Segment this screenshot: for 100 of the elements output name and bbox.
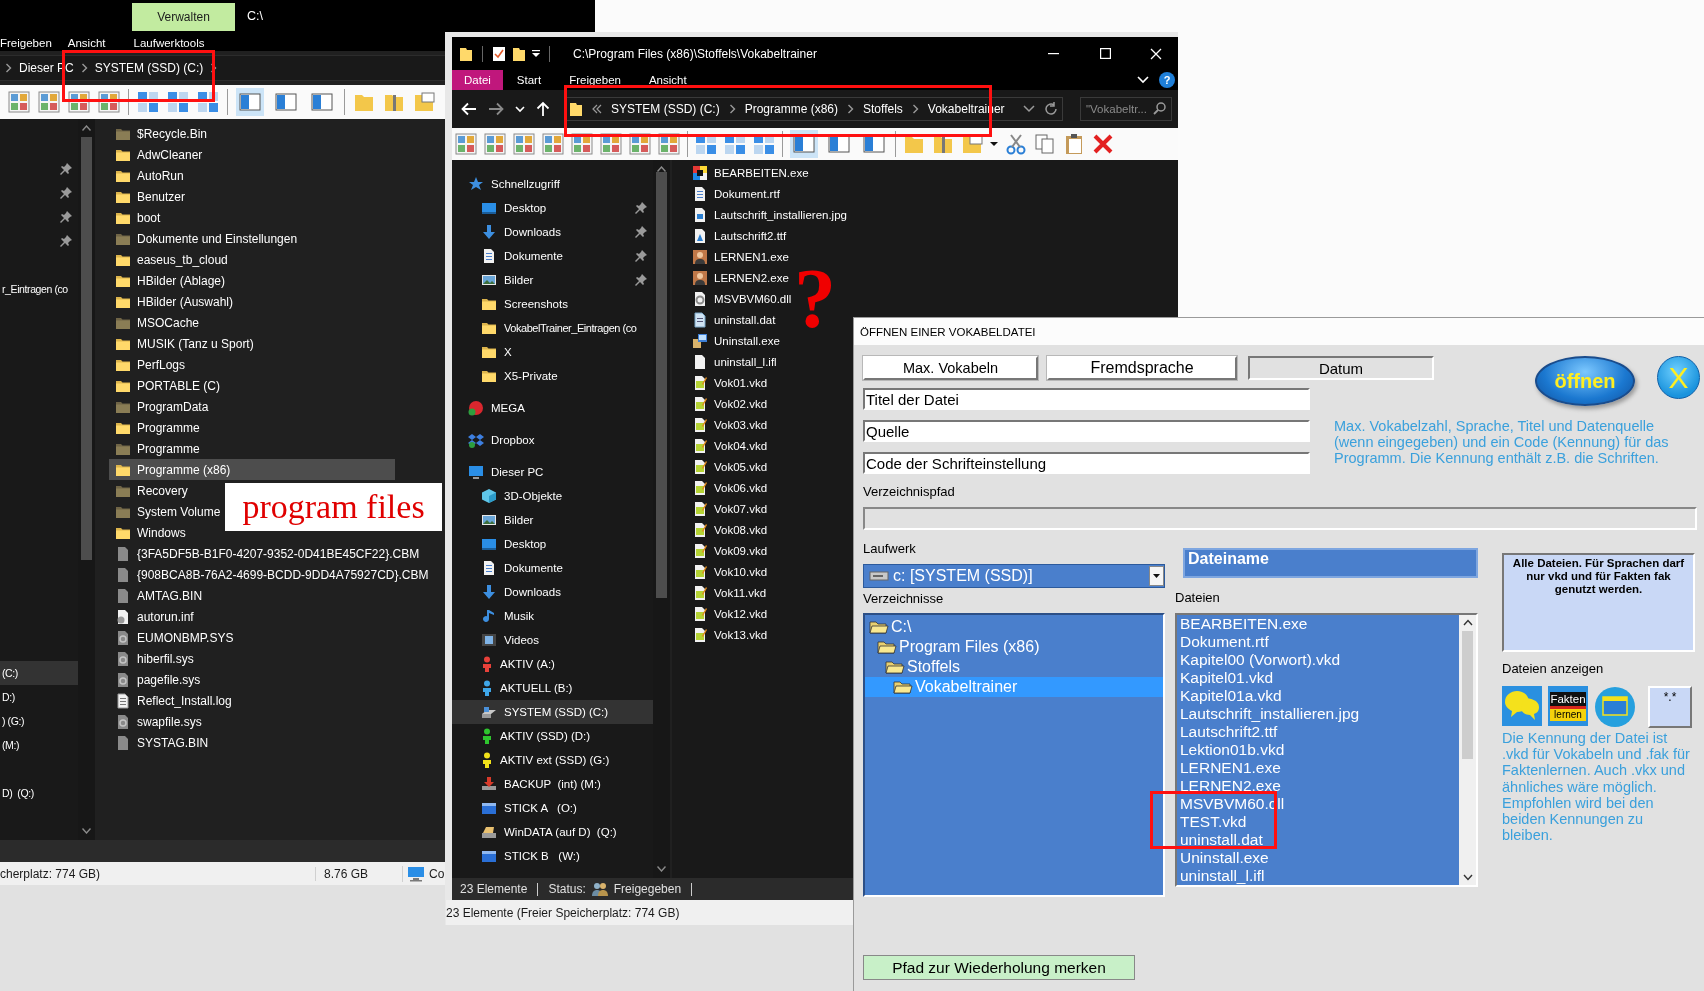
file-item[interactable]: Vok03.vkd [692, 414, 768, 435]
scrollbar[interactable] [78, 119, 95, 840]
nav-item[interactable]: MEGA [452, 396, 653, 420]
view-icon[interactable] [542, 133, 564, 155]
file-item[interactable]: Programme [109, 417, 200, 438]
view-icon[interactable] [484, 133, 506, 155]
file-item[interactable]: MSOCache [109, 312, 200, 333]
dropdown-button[interactable] [1149, 566, 1164, 586]
nav-item[interactable]: Dropbox [452, 428, 653, 452]
caret-icon[interactable] [990, 140, 998, 148]
file-item[interactable]: {3FA5DF5B-B1F0-4207-9352-0D41BE45CF22}.CBM [109, 543, 420, 564]
search-icon[interactable] [1153, 102, 1166, 115]
file-item[interactable]: AdwCleaner [109, 144, 203, 165]
all-files-button[interactable]: *.* [1648, 686, 1692, 728]
file-item[interactable]: Reflect_Install.log [109, 690, 232, 711]
nav-item[interactable]: AKTIV (SSD) (D:) [452, 724, 653, 748]
file-item[interactable]: Uninstall.exe [1180, 849, 1459, 867]
refresh-icon[interactable] [1043, 102, 1058, 116]
up-arrow-icon[interactable] [536, 101, 550, 117]
ribbon-tab[interactable]: Freigeben [555, 70, 635, 90]
maximize-icon[interactable] [1099, 48, 1111, 59]
file-item[interactable]: LERNEN2.exe [1180, 777, 1459, 795]
nav-item[interactable]: 3D-Objekte [452, 484, 653, 508]
nav-item[interactable]: Dokumente [452, 244, 653, 268]
drive-dropdown[interactable]: c: [SYSTEM (SSD)] [863, 564, 1165, 588]
nav-item[interactable]: (M:) [0, 739, 20, 751]
file-item[interactable]: autorun.inf [109, 606, 194, 627]
file-item[interactable]: $Recycle.Bin [109, 123, 208, 144]
nav-item[interactable]: AKTIV (A:) [452, 652, 653, 676]
file-item[interactable]: Vok11.vkd [692, 582, 767, 603]
scroll-up-icon[interactable] [82, 125, 91, 131]
folder-icon[interactable] [569, 101, 583, 117]
folder-icon[interactable] [512, 45, 526, 62]
fakten-lernen-button[interactable]: Fakten lernen [1548, 686, 1588, 726]
file-menu-tab[interactable]: Datei [452, 70, 503, 90]
view-icon[interactable] [38, 91, 60, 113]
file-item[interactable]: easeus_tb_cloud [109, 249, 228, 270]
file-item[interactable]: PORTABLE (C) [109, 375, 220, 396]
context-tab[interactable]: Verwalten [132, 3, 235, 31]
checklist-icon[interactable] [492, 45, 506, 62]
file-item[interactable]: BEARBEITEN.exe [692, 162, 809, 183]
file-item[interactable]: ProgramData [109, 396, 209, 417]
caret-icon[interactable] [532, 49, 540, 58]
back-arrow-icon[interactable] [461, 102, 477, 116]
view-icon[interactable] [455, 133, 477, 155]
file-item[interactable]: Uninstall.exe [692, 330, 780, 351]
file-item[interactable]: Programme [109, 438, 200, 459]
breadcrumb-item[interactable]: SYSTEM (SSD) (C:) [611, 102, 720, 116]
nav-item[interactable]: D:) [0, 691, 15, 703]
nav-item[interactable]: Dokumente [452, 556, 653, 580]
nav-item[interactable]: X [452, 340, 653, 364]
file-item[interactable]: Dokument.rtf [1180, 633, 1459, 651]
remember-path-button[interactable]: Pfad zur Wiederholung merken [863, 955, 1135, 980]
breadcrumb-item[interactable]: SYSTEM (SSD) (C:) [94, 61, 204, 75]
properties-icon[interactable] [413, 91, 435, 113]
file-item[interactable]: AutoRun [109, 165, 184, 186]
file-item[interactable]: boot [109, 207, 161, 228]
nav-item[interactable]: BACKUP (int) (M:) [452, 772, 653, 796]
file-item[interactable]: Benutzer [109, 186, 186, 207]
file-item[interactable]: Vok01.vkd [692, 372, 768, 393]
view-icon[interactable] [68, 91, 90, 113]
speech-bubbles-icon[interactable] [1502, 686, 1542, 726]
file-item[interactable]: System Volume [109, 501, 221, 522]
paste-icon[interactable] [1063, 133, 1085, 155]
scroll-up-icon[interactable] [1462, 619, 1473, 626]
nav-item[interactable]: Screenshots [452, 292, 653, 316]
help-button[interactable]: ? [1159, 72, 1175, 88]
breadcrumb-item[interactable]: Stoffels [863, 102, 903, 116]
dropdown-icon[interactable] [1022, 105, 1035, 113]
nav-item[interactable]: Desktop [452, 532, 653, 556]
file-item[interactable]: AMTAG.BIN [109, 585, 203, 606]
folder-icon[interactable] [459, 45, 473, 62]
window-icon[interactable] [1594, 686, 1636, 728]
view-icon[interactable] [513, 133, 535, 155]
folder-item[interactable]: Program Files (x86) [865, 637, 1163, 657]
file-item[interactable]: Vok07.vkd [692, 498, 768, 519]
file-item[interactable]: Vok06.vkd [692, 477, 768, 498]
file-item[interactable]: Kapitel00 (Vorwort).vkd [1180, 651, 1459, 669]
file-item[interactable]: Vok09.vkd [692, 540, 768, 561]
folder-item[interactable]: C:\ [865, 617, 1163, 637]
folder-item[interactable]: Stoffels [865, 657, 1163, 677]
file-item[interactable]: Recovery [109, 480, 188, 501]
file-item[interactable]: Kapitel01a.vkd [1180, 687, 1459, 705]
nav-item[interactable]: Desktop [452, 196, 653, 220]
file-item[interactable]: HBilder (Auswahl) [109, 291, 234, 312]
file-item[interactable]: Programme (x86) [109, 459, 395, 480]
file-item[interactable]: Vok02.vkd [692, 393, 768, 414]
file-item[interactable]: uninstall_l.ifl [1180, 867, 1459, 885]
file-item[interactable]: Vok13.vkd [692, 624, 768, 645]
file-item[interactable]: Lautschrift2.ttf [1180, 723, 1459, 741]
scroll-up-icon[interactable] [657, 166, 666, 172]
nav-item[interactable]: Videos [452, 628, 653, 652]
ribbon-tab[interactable]: Ansicht [634, 70, 701, 90]
scroll-down-icon[interactable] [82, 828, 91, 834]
view-icon[interactable] [98, 91, 120, 113]
file-item[interactable]: TEST.vkd [1180, 813, 1459, 831]
nav-item[interactable]: STICK A (O:) [452, 796, 653, 820]
file-item[interactable]: Vok04.vkd [692, 435, 768, 456]
file-item[interactable]: MUSIK (Tanz u Sport) [109, 333, 254, 354]
nav-item[interactable]: WinDATA (auf D) (Q:) [452, 820, 653, 844]
